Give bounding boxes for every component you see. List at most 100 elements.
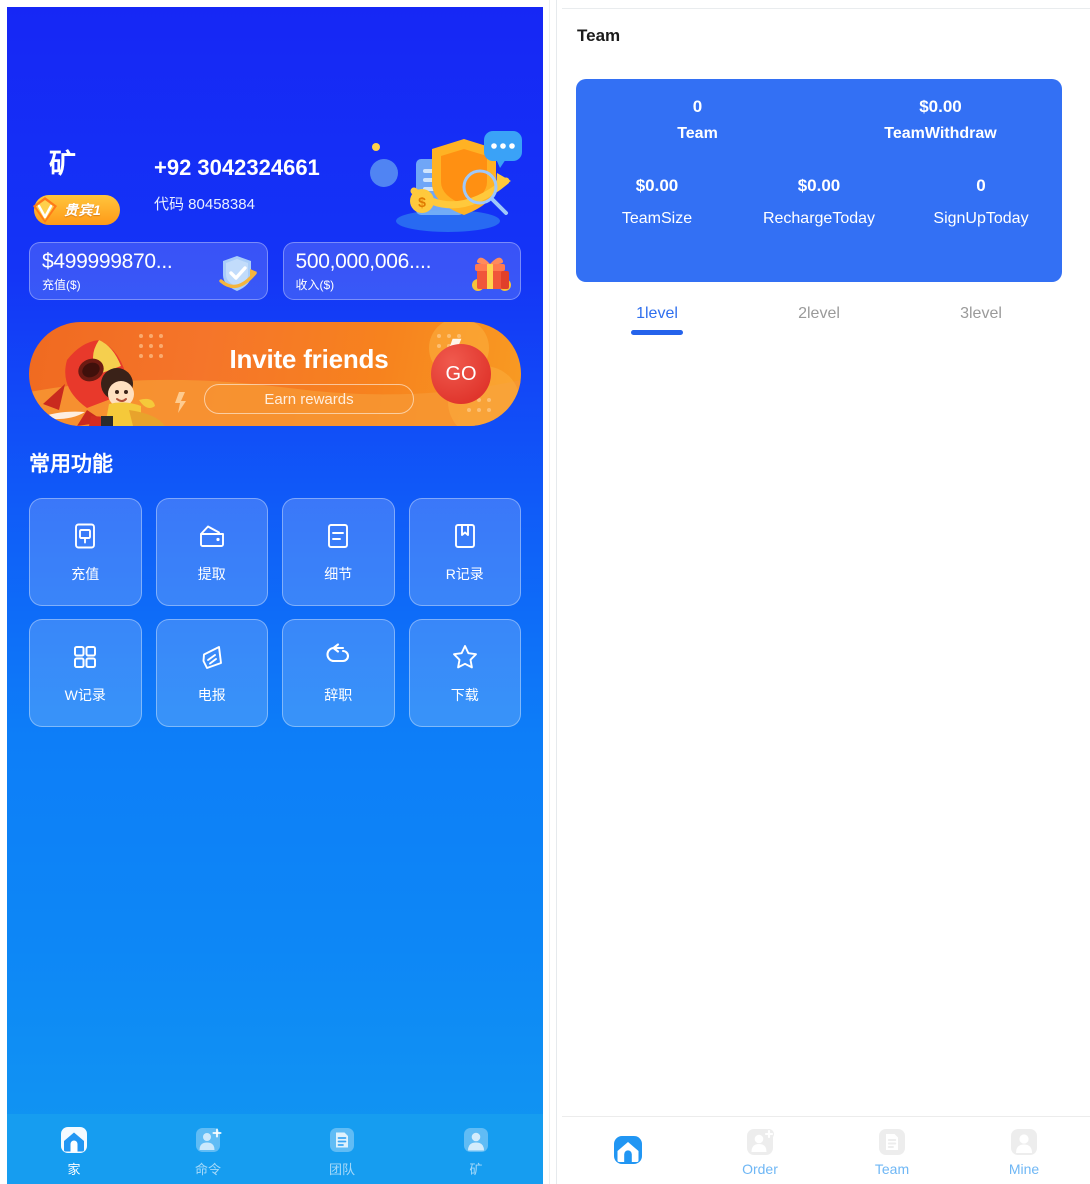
banner-go-button[interactable]: GO <box>431 344 491 404</box>
level-tabs: 1level 2level 3level <box>576 305 1062 341</box>
vip-badge[interactable]: 贵宾1 <box>33 195 120 225</box>
function-tile-r-record[interactable]: R记录 <box>408 498 521 606</box>
team-card-row-top: 0 Team $0.00 TeamWithdraw <box>576 97 1062 143</box>
left-panel-content: 矿 贵宾1 +92 3042324661 代码 80458384 $ $4999… <box>7 7 543 1114</box>
recharge-icon <box>75 523 96 548</box>
stat-card-row: $499999870... 充值($) 500,000,006.... 收入($… <box>29 242 521 300</box>
nav-item-mine[interactable]: Mine <box>958 1117 1090 1184</box>
vip-label: 贵宾1 <box>64 202 102 218</box>
function-label: R记录 <box>445 565 484 582</box>
panel-divider-left <box>549 0 550 1184</box>
stat-card-recharge[interactable]: $499999870... 充值($) <box>29 242 268 300</box>
nav-label: 团队 <box>328 1161 355 1177</box>
telegram-icon <box>202 645 222 669</box>
mine-user-icon <box>464 1127 488 1152</box>
book-record-icon <box>454 523 475 548</box>
function-label: 细节 <box>324 565 353 582</box>
function-tile-withdraw[interactable]: 提取 <box>155 498 268 606</box>
nav-label: 家 <box>67 1161 81 1177</box>
stat-card-income[interactable]: 500,000,006.... 收入($) <box>282 242 521 300</box>
home-icon <box>614 1136 642 1164</box>
right-bottom-nav: Order Team Mine <box>562 1116 1090 1184</box>
team-summary-card: 0 Team $0.00 TeamWithdraw $0.00 TeamSize… <box>576 79 1062 282</box>
details-icon <box>328 523 349 548</box>
mine-user-icon <box>1011 1129 1037 1155</box>
tab-2level[interactable]: 2level <box>738 305 900 341</box>
team-stat-label: RechargeToday <box>762 210 876 227</box>
nav-item-team[interactable]: 团队 <box>275 1114 409 1184</box>
order-user-plus-icon <box>196 1127 222 1152</box>
team-stat-teamwithdraw: $0.00 TeamWithdraw <box>819 97 1062 143</box>
left-mobile-panel: 矿 贵宾1 +92 3042324661 代码 80458384 $ $4999… <box>7 7 543 1184</box>
team-stat-label: Team <box>677 125 718 142</box>
star-download-icon <box>452 644 477 668</box>
team-stat-rechargetoday: $0.00 RechargeToday <box>738 176 900 228</box>
team-document-icon <box>330 1127 354 1152</box>
gift-box-icon <box>472 257 511 291</box>
banner-subtitle: Earn rewards <box>204 384 414 414</box>
nav-item-order[interactable]: 命令 <box>141 1114 275 1184</box>
team-document-icon <box>879 1129 905 1155</box>
phone-number: +92 3042324661 <box>154 155 320 180</box>
undo-resign-icon <box>326 642 350 662</box>
tab-label: 1level <box>636 305 678 322</box>
function-tile-telegram[interactable]: 电报 <box>155 619 268 727</box>
team-card-row-bottom: $0.00 TeamSize $0.00 RechargeToday 0 Sig… <box>576 176 1062 228</box>
diamond-v-icon <box>33 197 57 223</box>
app-root: 矿 贵宾1 +92 3042324661 代码 80458384 $ $4999… <box>0 0 1090 1184</box>
profile-section: 矿 贵宾1 +92 3042324661 代码 80458384 $ <box>29 7 522 247</box>
order-user-plus-icon <box>747 1129 774 1155</box>
function-tile-resign[interactable]: 辞职 <box>282 619 395 727</box>
invite-friends-banner[interactable]: Invite friends Earn rewards GO <box>29 322 521 426</box>
banner-title: Invite friends <box>229 344 389 374</box>
team-stat-teamsize: $0.00 TeamSize <box>576 176 738 228</box>
nav-item-order[interactable]: Order <box>694 1117 826 1184</box>
team-stat-team: 0 Team <box>576 97 819 143</box>
nav-item-home[interactable] <box>562 1117 694 1184</box>
shield-check-icon <box>218 256 257 291</box>
wallet-icon <box>199 525 224 547</box>
nav-label: 命令 <box>194 1161 221 1177</box>
team-stat-signuptoday: 0 SignUpToday <box>900 176 1062 228</box>
nav-label: 矿 <box>469 1161 483 1177</box>
function-label: 充值 <box>71 565 100 582</box>
function-grid: 充值 提取 细节 R记录 W记录 电报 辞职 下载 <box>29 498 521 727</box>
function-label: W记录 <box>64 686 106 703</box>
team-stat-value: 0 <box>692 97 703 116</box>
team-stat-value: $0.00 <box>797 176 841 195</box>
function-label: 辞职 <box>324 686 353 703</box>
nav-label: Team <box>874 1161 910 1177</box>
function-label: 电报 <box>197 686 226 703</box>
tab-1level[interactable]: 1level <box>576 305 738 341</box>
team-stat-value: $0.00 <box>919 97 962 116</box>
team-stat-value: 0 <box>976 176 986 195</box>
team-stat-label: TeamWithdraw <box>884 125 997 142</box>
function-tile-recharge[interactable]: 充值 <box>29 498 142 606</box>
tab-3level[interactable]: 3level <box>900 305 1062 341</box>
nav-item-home[interactable]: 家 <box>7 1114 141 1184</box>
function-label: 下载 <box>450 686 479 703</box>
team-stat-label: SignUpToday <box>933 210 1029 227</box>
nav-item-team[interactable]: Team <box>826 1117 958 1184</box>
function-tile-w-record[interactable]: W记录 <box>29 619 142 727</box>
right-team-panel: Team 0 Team $0.00 TeamWithdraw $0.00 Tea… <box>562 0 1090 1184</box>
page-title: Team <box>577 26 621 45</box>
left-bottom-nav: 家 命令 团队 矿 <box>7 1114 543 1184</box>
tab-label: 3level <box>960 305 1002 322</box>
panel-divider-right <box>556 0 557 1184</box>
function-tile-details[interactable]: 细节 <box>282 498 395 606</box>
section-title-functions: 常用功能 <box>29 453 113 476</box>
function-tile-download[interactable]: 下载 <box>408 619 521 727</box>
team-stat-label: TeamSize <box>621 210 693 227</box>
tab-label: 2level <box>798 305 840 322</box>
nav-item-mine[interactable]: 矿 <box>409 1114 543 1184</box>
nav-label: Mine <box>1008 1161 1040 1177</box>
avatar[interactable]: 矿 <box>49 142 77 181</box>
nav-label: Order <box>742 1161 778 1177</box>
right-panel-top-rule <box>562 8 1090 9</box>
function-label: 提取 <box>197 565 226 582</box>
team-stat-value: $0.00 <box>635 176 679 195</box>
svg-text:$: $ <box>418 194 426 210</box>
grid-record-icon <box>74 645 97 668</box>
shield-coins-illustration: $ <box>370 131 522 232</box>
